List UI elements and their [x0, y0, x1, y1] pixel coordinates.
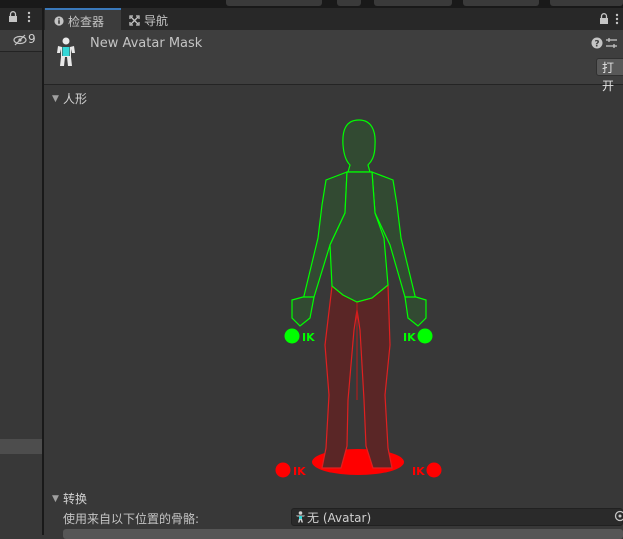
ik-right-foot: IK — [412, 463, 442, 479]
ik-label: IK — [403, 331, 416, 344]
left-hand-part — [292, 297, 314, 326]
avatar-icon — [295, 511, 306, 526]
ik-label: IK — [412, 465, 425, 478]
ik-right-hand: IK — [403, 329, 433, 345]
ik-left-hand: IK — [285, 329, 316, 345]
head-part — [343, 120, 375, 172]
skeleton-source-value: 无 (Avatar) — [307, 509, 371, 526]
object-picker-icon[interactable] — [614, 510, 623, 525]
humanoid-body-diagram: IK IK IK IK — [0, 0, 623, 535]
foldout-arrow-icon[interactable]: ▼ — [52, 494, 59, 504]
ik-left-foot: IK — [276, 463, 307, 479]
ik-label: IK — [293, 465, 306, 478]
import-skeleton-button[interactable] — [63, 529, 623, 539]
skeleton-source-label: 使用来自以下位置的骨骼: — [63, 510, 199, 527]
right-hand-part — [405, 297, 426, 326]
ik-label: IK — [302, 331, 315, 344]
transform-foldout[interactable]: 转换 — [63, 490, 87, 507]
